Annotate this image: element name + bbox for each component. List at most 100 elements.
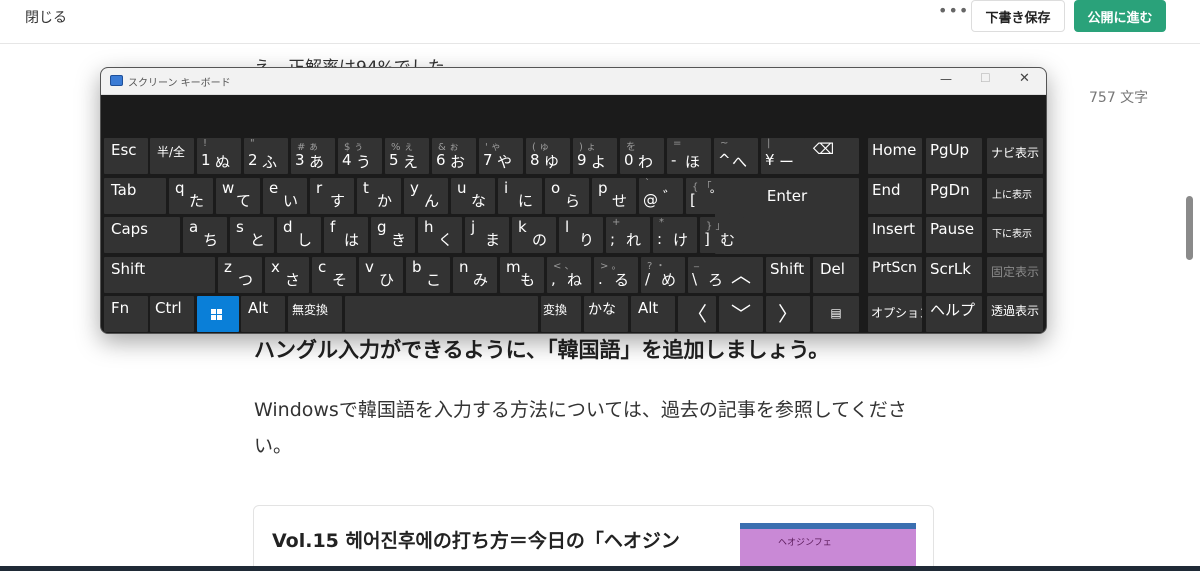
key-zextra-3[interactable]: _ \ ろ — [688, 257, 728, 293]
key-ctrl[interactable]: Ctrl — [150, 296, 194, 332]
key-aextra-1[interactable]: *: け — [653, 217, 697, 253]
more-options-icon[interactable]: ••• — [938, 1, 969, 20]
key-u[interactable]: uな — [451, 178, 495, 214]
key-menu[interactable]: ▤ — [813, 296, 859, 332]
key-e[interactable]: eい — [263, 178, 307, 214]
key-shift-right[interactable]: Shift — [766, 257, 810, 293]
key-n[interactable]: nみ — [453, 257, 497, 293]
key-w[interactable]: wて — [216, 178, 260, 214]
key-num-3[interactable]: $ ぅ4う — [338, 138, 382, 174]
key-i[interactable]: iに — [498, 178, 542, 214]
key-l[interactable]: lり — [559, 217, 603, 253]
key-dock[interactable]: 固定表示 — [987, 257, 1043, 293]
key-scrlk[interactable]: ScrLk — [926, 257, 982, 293]
key-kana[interactable]: かな — [584, 296, 628, 332]
key-down[interactable]: ﹀ — [719, 296, 763, 332]
key-windows[interactable] — [197, 296, 239, 332]
key-right[interactable]: 〉 — [766, 296, 810, 332]
key-prtscn[interactable]: PrtScn — [868, 257, 922, 293]
key-f[interactable]: fは — [324, 217, 368, 253]
key-del[interactable]: Del — [813, 257, 859, 293]
key-tab[interactable]: Tab — [104, 178, 166, 214]
key-num-6[interactable]: ' ゃ7や — [479, 138, 523, 174]
key-num-11[interactable]: ~ ^ へ — [714, 138, 758, 174]
key-alt-left[interactable]: Alt — [241, 296, 285, 332]
key-qextra-1[interactable]: { 「[゜ — [686, 178, 730, 214]
key-b[interactable]: bこ — [406, 257, 450, 293]
save-draft-button[interactable]: 下書き保存 — [971, 0, 1065, 32]
key-num-4[interactable]: % ぇ5え — [385, 138, 429, 174]
key-kana-label: ぬ — [215, 153, 231, 171]
key-caps[interactable]: Caps — [104, 217, 180, 253]
key-o[interactable]: oら — [545, 178, 589, 214]
key-henkan[interactable]: 変換 — [541, 296, 581, 332]
key-d[interactable]: dし — [277, 217, 321, 253]
key-move-down[interactable]: 下に表示 — [987, 217, 1043, 253]
scrollbar-track[interactable] — [1183, 46, 1200, 558]
key-r[interactable]: rす — [310, 178, 354, 214]
key-num-7[interactable]: ( ゅ8ゆ — [526, 138, 570, 174]
osk-titlebar[interactable]: スクリーン キーボード — ☐ ✕ — [101, 68, 1046, 95]
key-help[interactable]: ヘルプ — [926, 296, 982, 332]
key-qextra-0[interactable]: ` @ ゛ — [639, 178, 683, 214]
key-num-1[interactable]: " 2 ふ — [244, 138, 288, 174]
key-c[interactable]: cそ — [312, 257, 356, 293]
key-num-0[interactable]: ! 1 ぬ — [197, 138, 241, 174]
section-heading[interactable]: ハングル入力ができるように、「韓国語」を追加しましょう。 — [254, 334, 829, 364]
key-num-10[interactable]: = - ほ — [667, 138, 711, 174]
key-zextra-1[interactable]: > 。. る — [594, 257, 638, 293]
key-aextra-0[interactable]: +; れ — [606, 217, 650, 253]
key-zextra-0[interactable]: < 、, ね — [547, 257, 591, 293]
publish-button[interactable]: 公開に進む — [1074, 0, 1166, 32]
key-p[interactable]: pせ — [592, 178, 636, 214]
key-left[interactable]: 〈 — [678, 296, 716, 332]
key-insert[interactable]: Insert — [868, 217, 922, 253]
key-base-label: ¥ — [765, 151, 775, 169]
link-card[interactable]: Vol.15 헤어진후에の打ち方＝今日の「ヘオジン ヘオジンフェ — [253, 505, 934, 571]
key-j[interactable]: jま — [465, 217, 509, 253]
key-home[interactable]: Home — [868, 138, 922, 174]
minimize-button[interactable]: — — [940, 72, 952, 86]
close-button[interactable]: 閉じる — [25, 7, 67, 27]
body-paragraph[interactable]: Windowsで韓国語を入力する方法については、過去の記事を参照してください。 — [254, 392, 944, 464]
key-s[interactable]: sと — [230, 217, 274, 253]
key-q[interactable]: qた — [169, 178, 213, 214]
key-num-8[interactable]: ) ょ9よ — [573, 138, 617, 174]
key-z[interactable]: zつ — [218, 257, 262, 293]
key-pgdn[interactable]: PgDn — [926, 178, 982, 214]
key-m[interactable]: mも — [500, 257, 544, 293]
key-shift-left[interactable]: Shift — [104, 257, 215, 293]
key-end[interactable]: End — [868, 178, 922, 214]
key-fade[interactable]: 透過表示 — [987, 296, 1043, 332]
close-window-button[interactable]: ✕ — [1019, 71, 1030, 86]
key-space[interactable] — [345, 296, 538, 332]
key-t[interactable]: tか — [357, 178, 401, 214]
key-alt-right[interactable]: Alt — [631, 296, 675, 332]
key-v[interactable]: vひ — [359, 257, 403, 293]
key-pause[interactable]: Pause — [926, 217, 982, 253]
key-g[interactable]: gき — [371, 217, 415, 253]
key-muhenkan[interactable]: 無変換 — [288, 296, 342, 332]
key-a[interactable]: aち — [183, 217, 227, 253]
key-num-9[interactable]: を0わ — [620, 138, 664, 174]
key-x[interactable]: xさ — [265, 257, 309, 293]
key-y[interactable]: yん — [404, 178, 448, 214]
maximize-button[interactable]: ☐ — [980, 71, 991, 85]
key-kana-label: く — [438, 231, 454, 249]
scrollbar-thumb[interactable] — [1186, 196, 1193, 260]
key-num-2[interactable]: # ぁ3あ — [291, 138, 335, 174]
key-pgup[interactable]: PgUp — [926, 138, 982, 174]
key-hankaku[interactable]: 半/全 — [150, 138, 194, 174]
key-h[interactable]: hく — [418, 217, 462, 253]
key-aextra-2[interactable]: } 」] む — [700, 217, 744, 253]
key-zextra-2[interactable]: ? ・ / め — [641, 257, 685, 293]
key-nav[interactable]: ナビ表示 — [987, 138, 1043, 174]
key-k[interactable]: kの — [512, 217, 556, 253]
link-card-title[interactable]: Vol.15 헤어진후에の打ち方＝今日の「ヘオジン — [272, 526, 680, 553]
key-esc[interactable]: Esc — [104, 138, 148, 174]
key-num-5[interactable]: & ぉ6お — [432, 138, 476, 174]
key-options[interactable]: オプション — [868, 296, 922, 332]
key-num-12[interactable]: | ¥ ー — [761, 138, 805, 174]
key-move-up[interactable]: 上に表示 — [987, 178, 1043, 214]
key-fn[interactable]: Fn — [104, 296, 148, 332]
